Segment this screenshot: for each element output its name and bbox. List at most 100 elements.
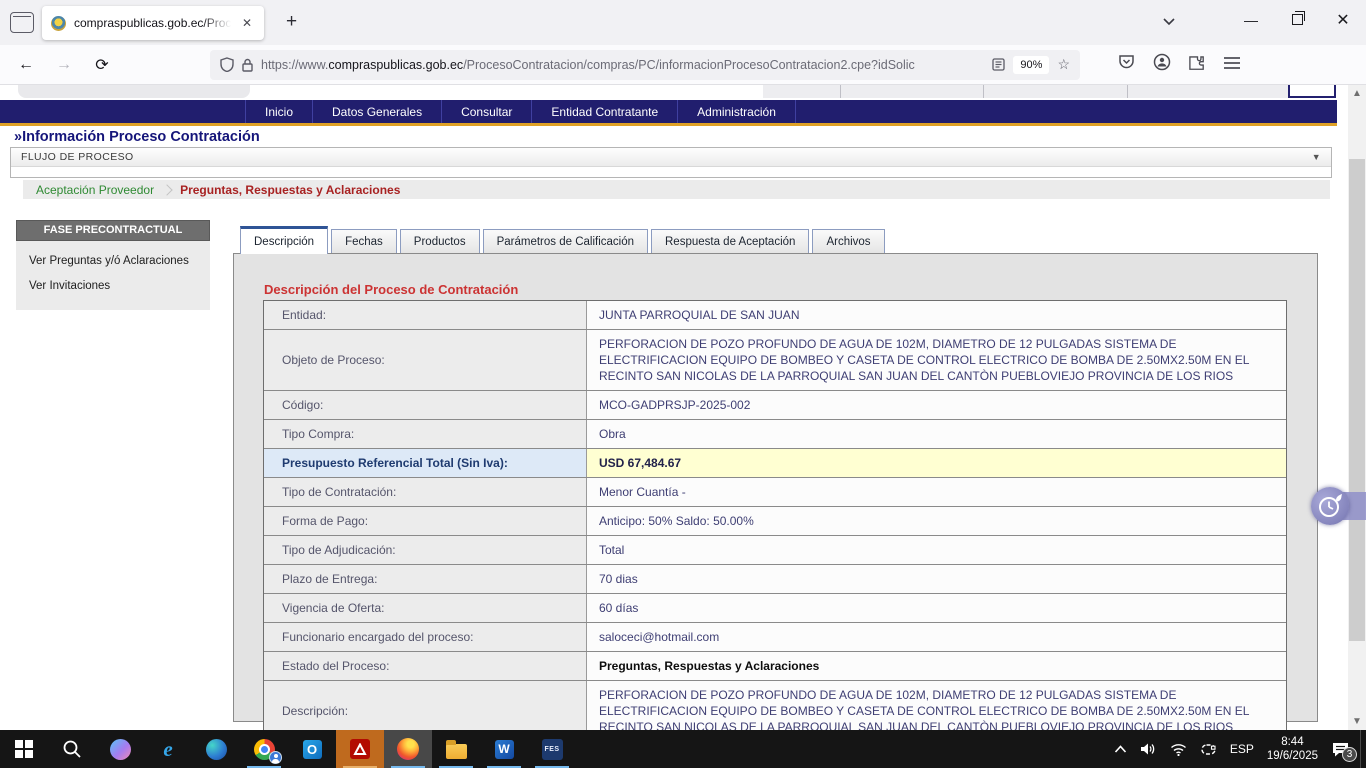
nav-menu-item[interactable]: Datos Generales — [313, 100, 442, 123]
minimize-button[interactable]: — — [1228, 12, 1274, 28]
shield-icon[interactable] — [220, 57, 234, 72]
detail-label: Presupuesto Referencial Total (Sin Iva): — [264, 449, 586, 477]
browser-toolbar: ← → ⟳ https://www.compraspublicas.gob.ec… — [0, 45, 1366, 85]
taskbar-search[interactable] — [48, 730, 96, 768]
detail-value: 70 dias — [586, 565, 1286, 593]
taskbar-time: 8:44 — [1267, 735, 1318, 749]
detail-row: Presupuesto Referencial Total (Sin Iva):… — [264, 448, 1286, 477]
detail-label: Tipo de Adjudicación: — [264, 536, 586, 564]
detail-value: Menor Cuantía - — [586, 478, 1286, 506]
taskbar-internet-explorer[interactable]: e — [144, 730, 192, 768]
detail-value: PERFORACION DE POZO PROFUNDO DE AGUA DE … — [586, 330, 1286, 390]
volume-icon[interactable] — [1140, 742, 1157, 756]
cutoff-header-links — [763, 85, 1330, 98]
detail-label: Código: — [264, 391, 586, 419]
nav-menu-item[interactable]: Inicio — [245, 100, 313, 123]
detail-row: Tipo Compra: Obra — [264, 419, 1286, 448]
detail-row: Descripción: PERFORACION DE POZO PROFUND… — [264, 680, 1286, 730]
taskbar-word[interactable]: W — [480, 730, 528, 768]
tab-title: compraspublicas.gob.ec/Proce — [74, 16, 231, 30]
reader-mode-icon[interactable] — [992, 58, 1005, 71]
windows-logo-icon — [15, 740, 33, 758]
taskbar-firefox[interactable] — [384, 730, 432, 768]
reload-button[interactable]: ⟳ — [90, 55, 114, 75]
nav-menu-item[interactable]: Entidad Contratante — [532, 100, 678, 123]
site-favicon-icon — [51, 16, 66, 31]
copilot-icon — [110, 739, 131, 760]
lock-icon[interactable] — [242, 58, 253, 72]
notification-center-icon[interactable]: 3 — [1331, 741, 1350, 758]
scroll-up-icon[interactable]: ▲ — [1348, 85, 1366, 102]
menu-hamburger-icon[interactable] — [1224, 56, 1240, 74]
content-tab[interactable]: Productos — [400, 229, 480, 254]
bookmark-star-icon[interactable]: ☆ — [1057, 56, 1070, 73]
show-desktop-button[interactable] — [1360, 730, 1366, 768]
section-title: Descripción del Proceso de Contratación — [264, 282, 518, 297]
taskbar-clock[interactable]: 8:44 19/6/2025 — [1267, 735, 1318, 763]
extensions-puzzle-icon[interactable] — [1189, 54, 1206, 76]
close-button[interactable]: ✕ — [1320, 10, 1366, 30]
pocket-icon[interactable] — [1118, 54, 1135, 75]
taskbar-date: 19/6/2025 — [1267, 749, 1318, 763]
content-tab[interactable]: Parámetros de Calificación — [483, 229, 648, 254]
content-tab[interactable]: Descripción — [240, 226, 328, 254]
detail-row: Plazo de Entrega: 70 dias — [264, 564, 1286, 593]
taskbar: e O W FES ES — [0, 730, 1366, 768]
url-path: /ProcesoContratacion/compras/PC/informac… — [463, 58, 915, 72]
nav-menu-item[interactable]: Administración — [678, 100, 796, 123]
tab-close-icon[interactable]: ✕ — [239, 14, 255, 32]
chrome-profile-badge — [269, 751, 282, 764]
language-indicator[interactable]: ESP — [1230, 742, 1254, 756]
clock-extension-widget[interactable] — [1311, 487, 1349, 525]
detail-row: Vigencia de Oferta: 60 días — [264, 593, 1286, 622]
detail-label: Objeto de Proceso: — [264, 330, 586, 390]
url-text: https://www.compraspublicas.gob.ec/Proce… — [261, 58, 984, 72]
taskbar-edge[interactable] — [192, 730, 240, 768]
detail-label: Descripción: — [264, 681, 586, 730]
taskbar-outlook[interactable]: O — [288, 730, 336, 768]
flow-select[interactable]: FLUJO DE PROCESO ▼ — [11, 148, 1331, 167]
sidebar-link[interactable]: Ver Invitaciones — [16, 273, 210, 298]
detail-label: Plazo de Entrega: — [264, 565, 586, 593]
edge-icon — [206, 739, 227, 760]
start-button[interactable] — [0, 730, 48, 768]
nav-menu-item[interactable]: Consultar — [442, 100, 532, 123]
content-tab[interactable]: Fechas — [331, 229, 397, 254]
firefox-view-icon[interactable] — [10, 12, 34, 33]
detail-value: Obra — [586, 420, 1286, 448]
zoom-level-button[interactable]: 90% — [1013, 56, 1049, 74]
detail-label: Entidad: — [264, 301, 586, 329]
back-button[interactable]: ← — [14, 56, 38, 74]
scrollbar-thumb[interactable] — [1349, 159, 1365, 641]
taskbar-fes-app[interactable]: FES — [528, 730, 576, 768]
wifi-icon[interactable] — [1170, 743, 1187, 756]
detail-label: Forma de Pago: — [264, 507, 586, 535]
detail-value: 60 días — [586, 594, 1286, 622]
fes-app-icon: FES — [542, 739, 563, 760]
content-tab[interactable]: Archivos — [812, 229, 884, 254]
taskbar-acrobat[interactable] — [336, 730, 384, 768]
account-icon[interactable] — [1153, 53, 1171, 76]
url-bar[interactable]: https://www.compraspublicas.gob.ec/Proce… — [210, 50, 1080, 80]
vertical-scrollbar[interactable]: ▲ ▼ — [1348, 85, 1366, 730]
scroll-down-icon[interactable]: ▼ — [1348, 713, 1366, 730]
hidden-icons-chevron[interactable] — [1114, 745, 1127, 753]
system-tray: ESP 8:44 19/6/2025 3 — [1114, 730, 1360, 768]
new-tab-button[interactable]: + — [280, 9, 303, 35]
restore-button[interactable] — [1274, 12, 1320, 28]
taskbar-chrome[interactable] — [240, 730, 288, 768]
internet-explorer-icon: e — [163, 737, 172, 762]
outlook-icon: O — [303, 740, 322, 759]
forward-button[interactable]: → — [52, 56, 76, 74]
breadcrumb-step-accepted[interactable]: Aceptación Proveedor — [36, 183, 154, 197]
tablet-mode-icon[interactable] — [1200, 743, 1217, 756]
content-tab[interactable]: Respuesta de Aceptación — [651, 229, 809, 254]
taskbar-file-explorer[interactable] — [432, 730, 480, 768]
flow-container: FLUJO DE PROCESO ▼ — [10, 147, 1332, 178]
sidebar-link[interactable]: Ver Preguntas y/ó Aclaraciones — [16, 248, 210, 273]
detail-value: Total — [586, 536, 1286, 564]
sidebar: FASE PRECONTRACTUAL Ver Preguntas y/ó Ac… — [16, 220, 210, 310]
browser-tab[interactable]: compraspublicas.gob.ec/Proce ✕ — [42, 6, 264, 40]
list-all-tabs-icon[interactable] — [1162, 13, 1176, 31]
taskbar-copilot[interactable] — [96, 730, 144, 768]
